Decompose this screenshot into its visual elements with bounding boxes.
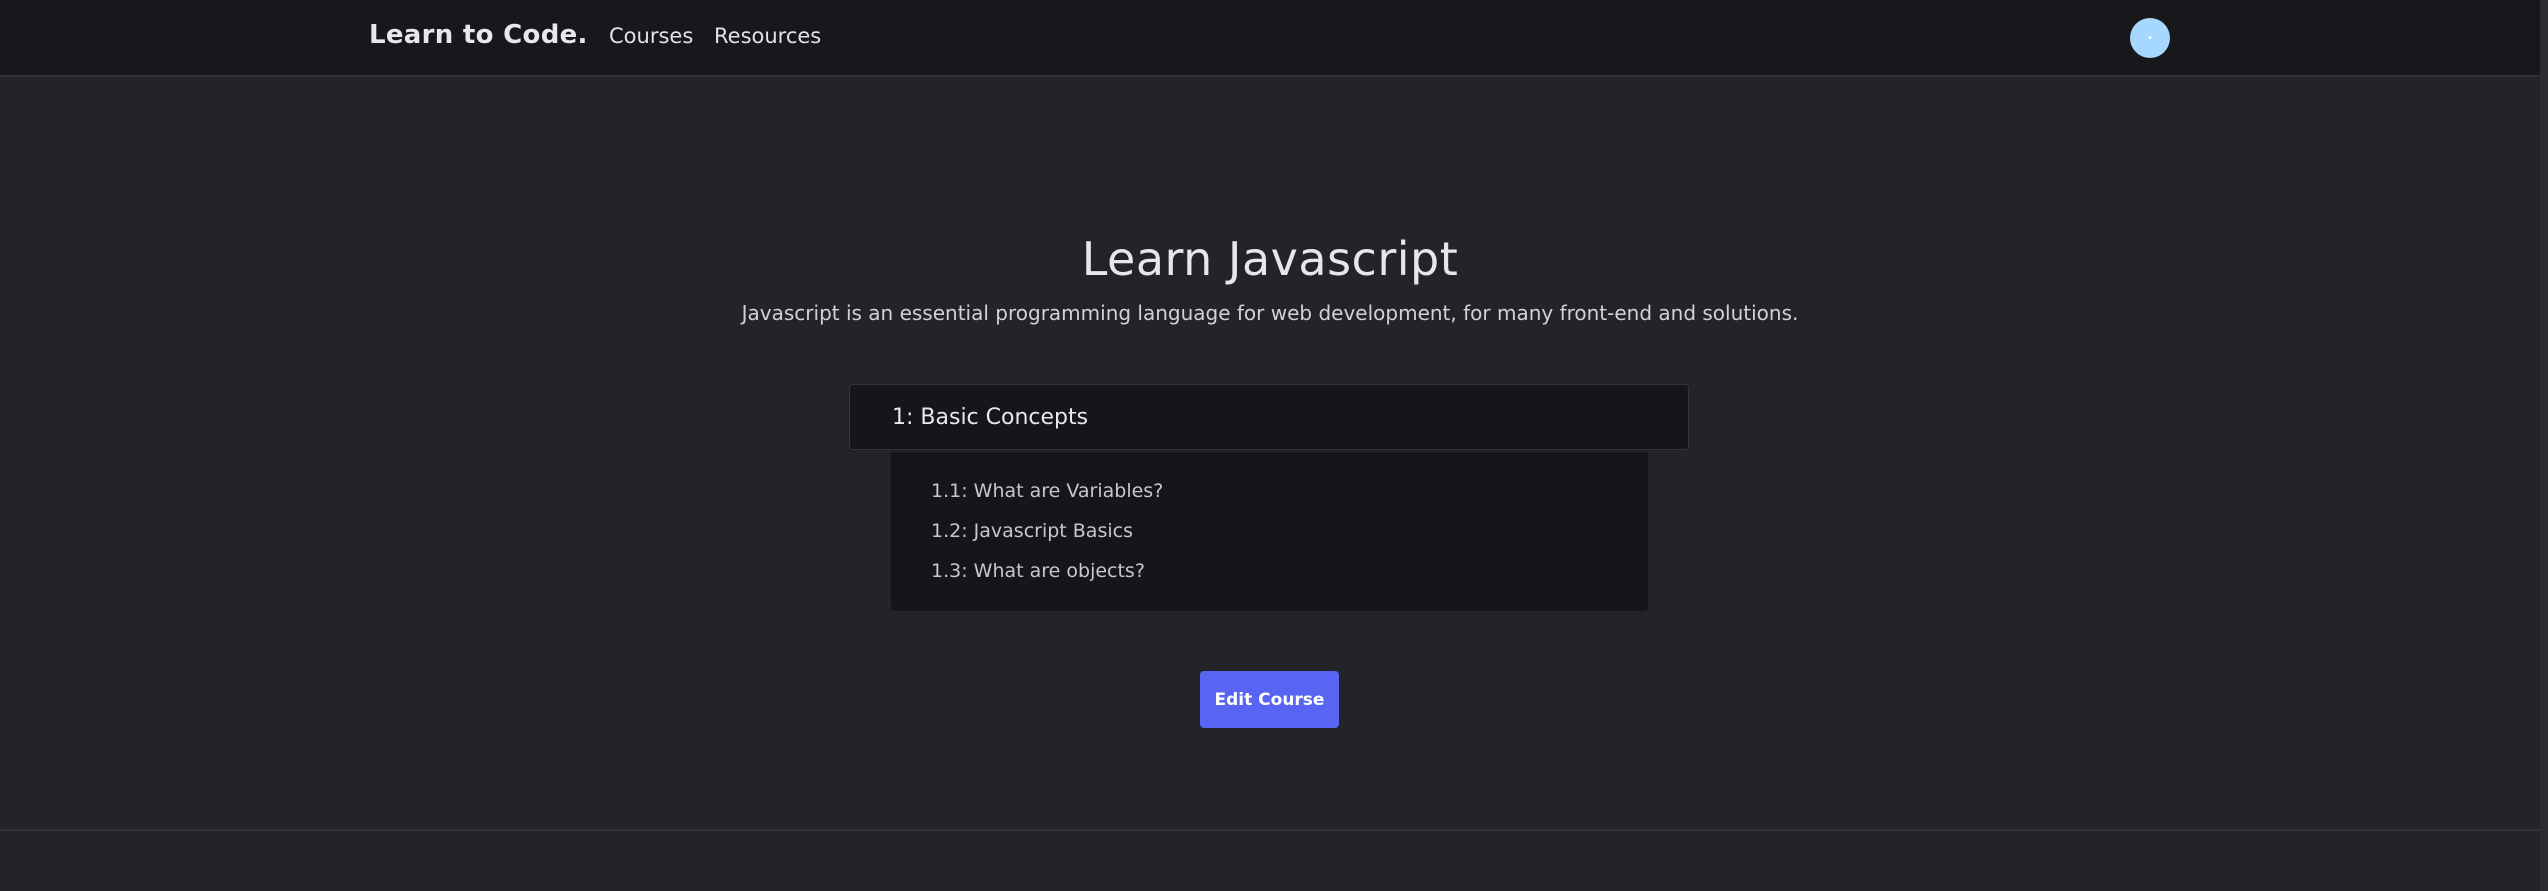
nav-link-courses[interactable]: Courses <box>609 24 693 48</box>
page-title: Learn Javascript <box>1081 232 1459 286</box>
user-avatar[interactable]: • <box>2130 18 2170 58</box>
avatar-dot-icon: • <box>2147 32 2153 44</box>
footer-divider <box>0 829 2540 831</box>
lesson-link-variables[interactable]: 1.1: What are Variables? <box>931 480 1163 502</box>
lesson-link-basics[interactable]: 1.2: Javascript Basics <box>931 520 1133 542</box>
module-title: 1: Basic Concepts <box>892 405 1089 430</box>
page-scrollbar[interactable] <box>2540 0 2548 891</box>
lesson-link-objects[interactable]: 1.3: What are objects? <box>931 560 1145 582</box>
module-accordion-header[interactable]: 1: Basic Concepts <box>849 384 1689 450</box>
edit-course-button[interactable]: Edit Course <box>1200 671 1339 728</box>
top-navbar: Learn to Code. Courses Resources • <box>0 0 2540 77</box>
module-lessons-panel: 1.1: What are Variables? 1.2: Javascript… <box>891 452 1648 611</box>
course-description: Javascript is an essential programming l… <box>741 301 1799 325</box>
brand-logo[interactable]: Learn to Code. <box>369 20 588 50</box>
nav-link-resources[interactable]: Resources <box>714 24 821 48</box>
